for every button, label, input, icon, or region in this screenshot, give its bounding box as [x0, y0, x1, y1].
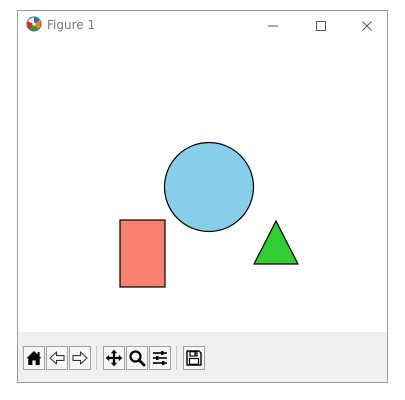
configure-subplots-icon: [151, 349, 169, 367]
pan-button[interactable]: [103, 346, 125, 370]
blue-circle: [163, 141, 255, 233]
matplotlib-icon: [26, 16, 42, 32]
red-rectangle: [119, 219, 166, 288]
home-button[interactable]: [23, 346, 45, 370]
save-icon: [185, 349, 203, 367]
figure-window: Figure 1: [0, 0, 405, 400]
home-icon: [25, 349, 43, 367]
green-triangle: [253, 219, 299, 265]
back-button[interactable]: [46, 346, 68, 370]
zoom-button[interactable]: [126, 346, 148, 370]
maximize-icon: [315, 20, 327, 32]
close-button[interactable]: [347, 11, 387, 41]
pan-icon: [105, 349, 123, 367]
close-icon: [361, 20, 373, 32]
toolbar-separator: [176, 346, 177, 370]
window-frame: Figure 1: [17, 10, 388, 383]
minimize-icon: [267, 20, 279, 32]
forward-arrow-icon: [71, 349, 89, 367]
zoom-icon: [128, 349, 146, 367]
title-bar[interactable]: Figure 1: [18, 11, 387, 41]
forward-button[interactable]: [69, 346, 91, 370]
minimize-button[interactable]: [253, 11, 293, 41]
configure-subplots-button[interactable]: [149, 346, 171, 370]
window-title: Figure 1: [47, 18, 96, 32]
back-arrow-icon: [48, 349, 66, 367]
figure-canvas[interactable]: [18, 41, 387, 332]
navigation-toolbar: [18, 332, 387, 382]
toolbar-separator: [96, 346, 97, 370]
maximize-button[interactable]: [301, 11, 341, 41]
save-button[interactable]: [183, 346, 205, 370]
